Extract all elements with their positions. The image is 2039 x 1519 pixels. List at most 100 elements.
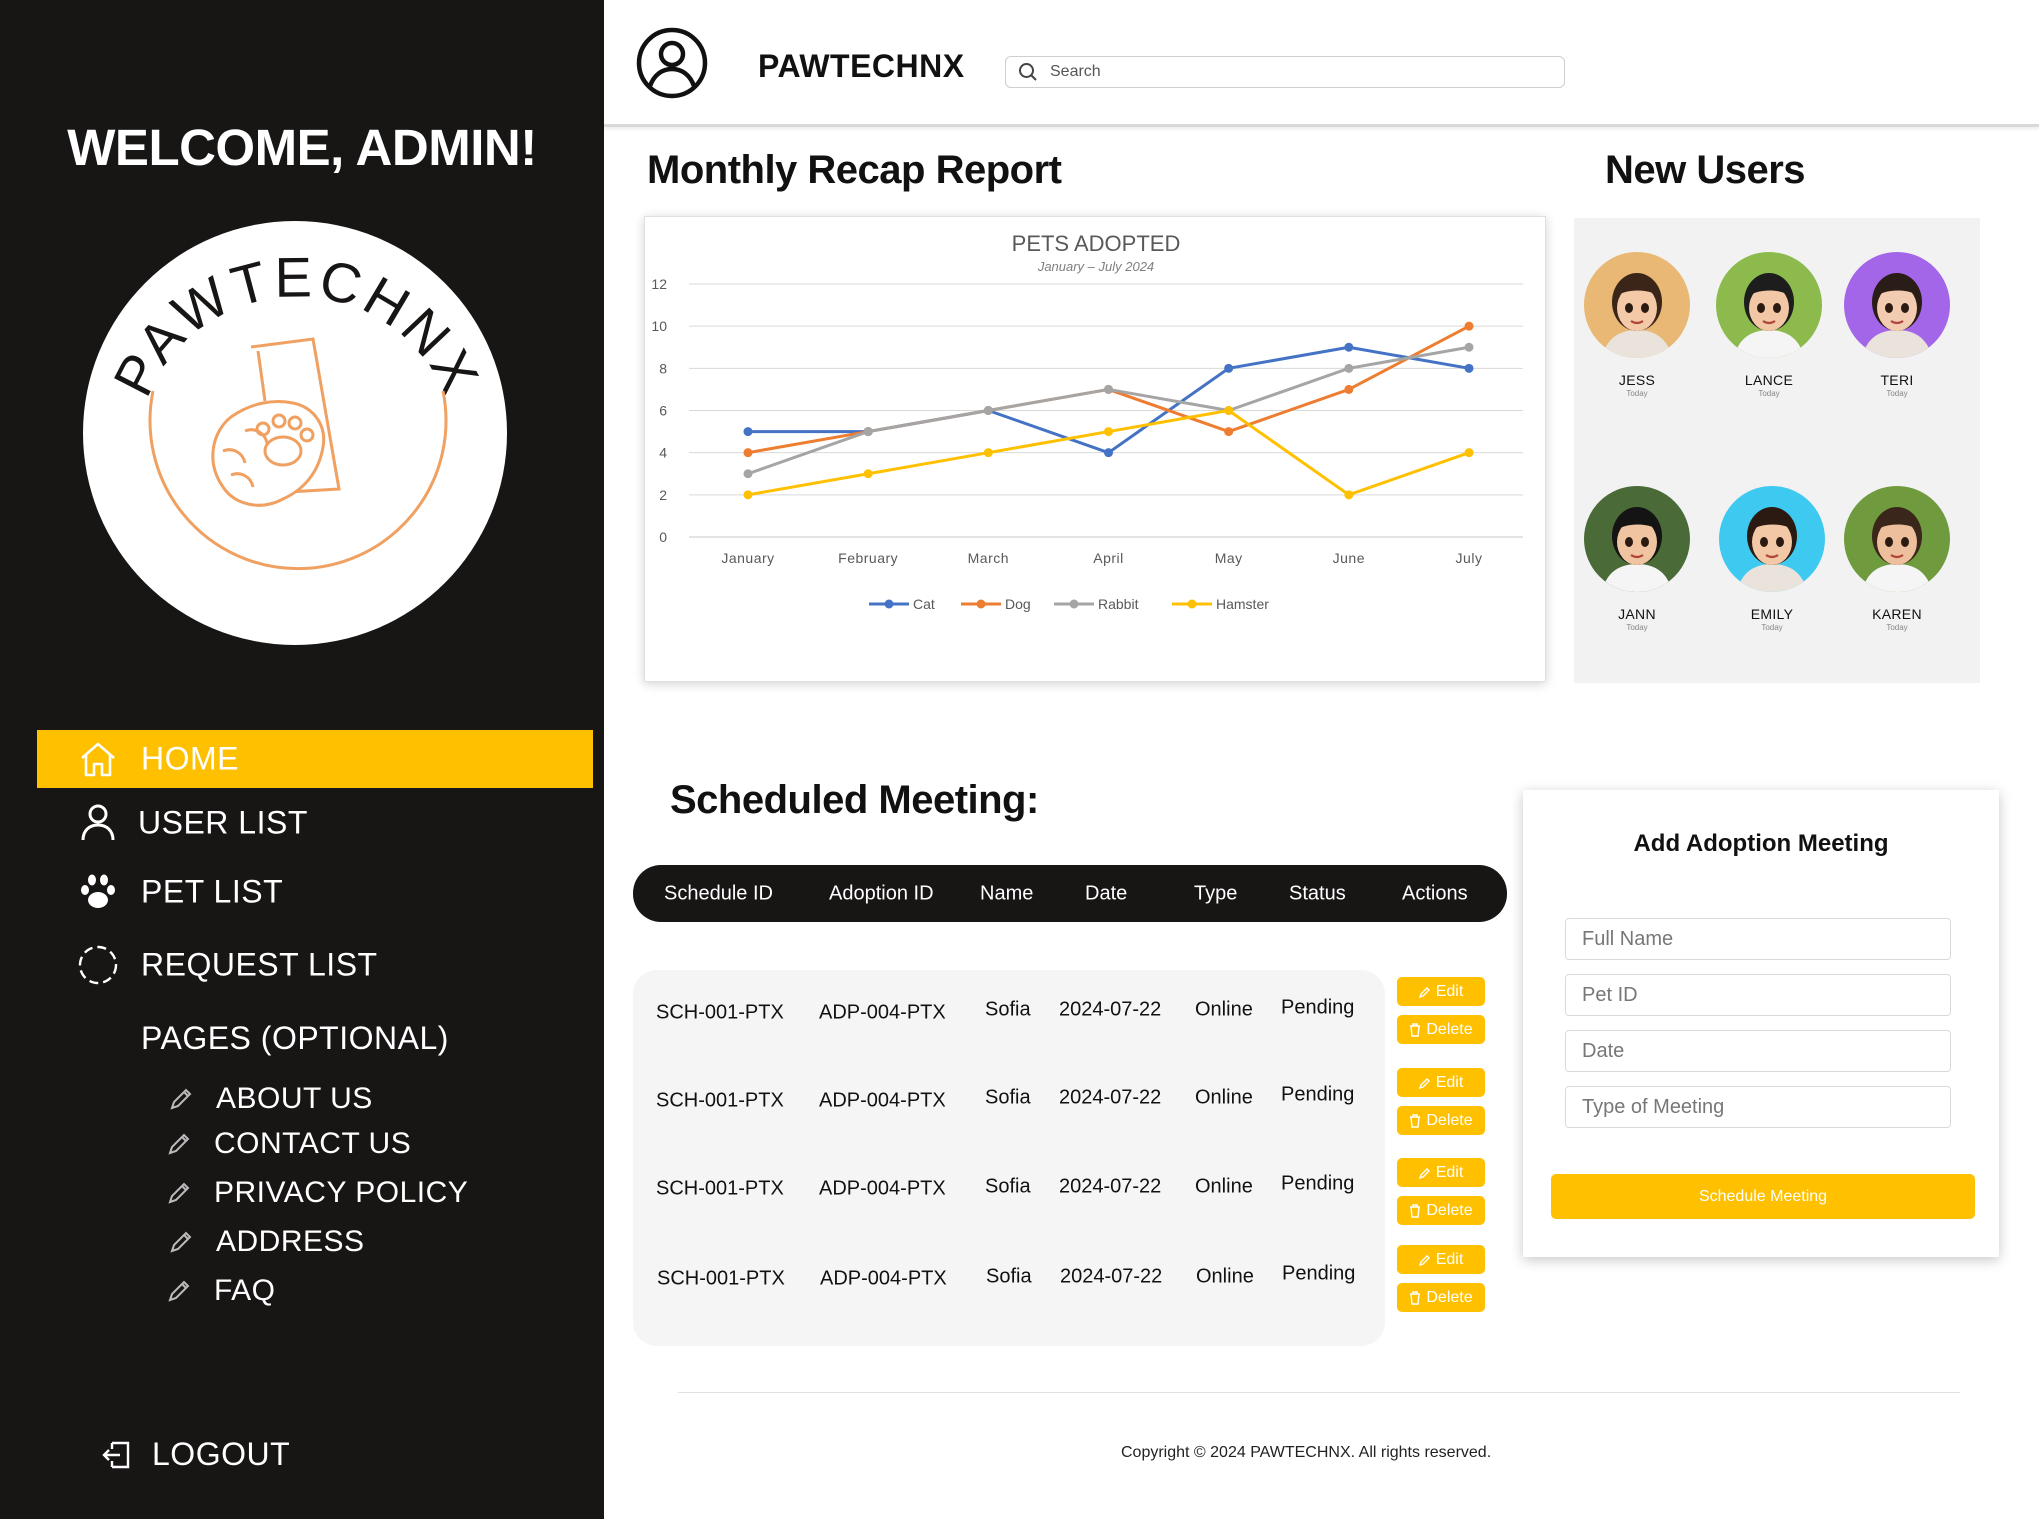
delete-button[interactable]: Delete (1397, 1106, 1485, 1135)
cell-type: Online (1195, 1175, 1253, 1198)
cell-type: Online (1195, 998, 1253, 1021)
nav-user-list[interactable]: USER LIST (37, 794, 593, 852)
user-name: TERI (1880, 372, 1914, 388)
pencil-icon (1418, 986, 1430, 998)
form-title: Add Adoption Meeting (1633, 830, 1889, 857)
data-point-dog (1344, 384, 1354, 394)
edit-button[interactable]: Edit (1397, 977, 1485, 1006)
user-avatar (1844, 252, 1950, 358)
legend-label: Hamster (1216, 596, 1269, 612)
user-card[interactable]: EMILY Today (1712, 486, 1832, 632)
page-contact-us[interactable]: CONTACT US (166, 1124, 411, 1164)
data-point-rabbit (1464, 342, 1474, 352)
page-privacy-policy[interactable]: PRIVACY POLICY (166, 1173, 468, 1213)
cell-status: Pending (1281, 996, 1355, 1019)
user-name: LANCE (1744, 372, 1794, 388)
user-card[interactable]: KAREN Today (1837, 486, 1957, 632)
edit-button[interactable]: Edit (1397, 1158, 1485, 1187)
user-avatar (1716, 252, 1822, 358)
trash-icon (1410, 1022, 1421, 1037)
user-avatar (1584, 486, 1690, 592)
table-header: Schedule ID Adoption ID Name Date Type S… (633, 865, 1507, 922)
data-point-rabbit (743, 469, 753, 479)
user-date: Today (1758, 389, 1780, 398)
edit-button[interactable]: Edit (1397, 1245, 1485, 1274)
full-name-field[interactable] (1565, 918, 1951, 960)
y-tick-label: 12 (651, 276, 667, 292)
y-tick-label: 8 (659, 360, 667, 376)
cell-date: 2024-07-22 (1059, 1086, 1162, 1109)
page-address[interactable]: ADDRESS (168, 1222, 365, 1262)
table-row: SCH-001-PTX ADP-004-PTX Sofia 2024-07-22… (633, 1158, 1533, 1228)
x-tick-label: March (968, 550, 1009, 566)
cell-name: Sofia (986, 1265, 1032, 1288)
user-card[interactable]: LANCE Today (1709, 252, 1829, 398)
delete-button[interactable]: Delete (1397, 1283, 1485, 1312)
cell-adoption-id: ADP-004-PTX (819, 1089, 946, 1112)
cell-type: Online (1196, 1265, 1254, 1288)
x-tick-label: April (1093, 550, 1124, 566)
page-faq[interactable]: FAQ (166, 1271, 276, 1311)
legend-label: Cat (913, 596, 935, 612)
new-users-panel: JESS Today LANCE Today TERI Today JANN T… (1574, 218, 1980, 683)
delete-button[interactable]: Delete (1397, 1015, 1485, 1044)
user-card[interactable]: JANN Today (1577, 486, 1697, 632)
logout-button[interactable]: LOGOUT (100, 1436, 290, 1473)
data-point-rabbit (983, 406, 993, 415)
chart-card: PETS ADOPTED January – July 2024 0 2 4 6 8 10… (644, 216, 1546, 682)
cell-date: 2024-07-22 (1059, 1175, 1162, 1198)
edit-button[interactable]: Edit (1397, 1068, 1485, 1097)
user-card[interactable]: TERI Today (1837, 252, 1957, 398)
page-privacy-policy-label: PRIVACY POLICY (214, 1176, 469, 1209)
user-date: Today (1626, 623, 1648, 632)
cell-schedule-id: SCH-001-PTX (656, 1089, 784, 1112)
data-point-dog (1464, 321, 1474, 331)
data-point-dog (1224, 427, 1234, 437)
user-icon (81, 804, 115, 841)
search-bar[interactable] (1005, 56, 1565, 88)
pet-id-field[interactable] (1565, 974, 1951, 1016)
delete-label: Delete (1426, 1288, 1473, 1306)
x-tick-label: February (838, 550, 898, 566)
dashed-circle-icon (78, 945, 118, 985)
pencil-icon (168, 1182, 190, 1204)
cell-name: Sofia (985, 1175, 1031, 1198)
edit-label: Edit (1435, 1163, 1464, 1181)
schedule-meeting-button[interactable]: Schedule Meeting (1551, 1174, 1975, 1219)
edit-label: Edit (1435, 1073, 1464, 1091)
col-name: Name (980, 882, 1034, 904)
chart-subtitle: January – July 2024 (1037, 259, 1154, 274)
sidebar: WELCOME, ADMIN! PAWTECHNX HOME USER LIST… (0, 0, 604, 1519)
user-card[interactable]: JESS Today (1577, 252, 1697, 398)
cell-date: 2024-07-22 (1060, 1265, 1163, 1288)
trash-icon (1410, 1203, 1421, 1218)
footer-divider (678, 1392, 1960, 1393)
data-point-cat (1104, 448, 1113, 458)
pencil-icon (1418, 1167, 1430, 1179)
date-field[interactable] (1565, 1030, 1951, 1072)
data-point-rabbit (863, 427, 873, 437)
nav-home[interactable]: HOME (37, 730, 593, 788)
data-point-cat (1464, 363, 1474, 373)
nav-request-list[interactable]: REQUEST LIST (37, 936, 593, 994)
nav-pet-list[interactable]: PET LIST (37, 863, 593, 921)
report-heading: Monthly Recap Report (647, 148, 1062, 192)
legend-label: Dog (1005, 596, 1031, 612)
user-name: JANN (1618, 606, 1656, 622)
footer-copyright: Copyright © 2024 PAWTECHNX. All rights r… (1121, 1444, 1492, 1461)
page-about-us[interactable]: ABOUT US (168, 1079, 373, 1119)
edit-label: Edit (1435, 982, 1464, 1000)
data-point-rabbit (1104, 384, 1113, 394)
page-faq-label: FAQ (214, 1274, 276, 1307)
meeting-type-field[interactable] (1565, 1086, 1951, 1128)
data-point-hamster (743, 490, 753, 500)
delete-button[interactable]: Delete (1397, 1196, 1485, 1225)
edit-label: Edit (1435, 1250, 1464, 1268)
profile-icon[interactable] (636, 27, 708, 99)
svg-text:PAWTECHNX: PAWTECHNX (101, 245, 493, 405)
y-tick-label: 4 (659, 445, 667, 461)
cell-type: Online (1195, 1086, 1253, 1109)
search-input[interactable] (1050, 63, 1530, 81)
col-actions: Actions (1402, 882, 1468, 904)
data-point-hamster (1344, 490, 1354, 500)
